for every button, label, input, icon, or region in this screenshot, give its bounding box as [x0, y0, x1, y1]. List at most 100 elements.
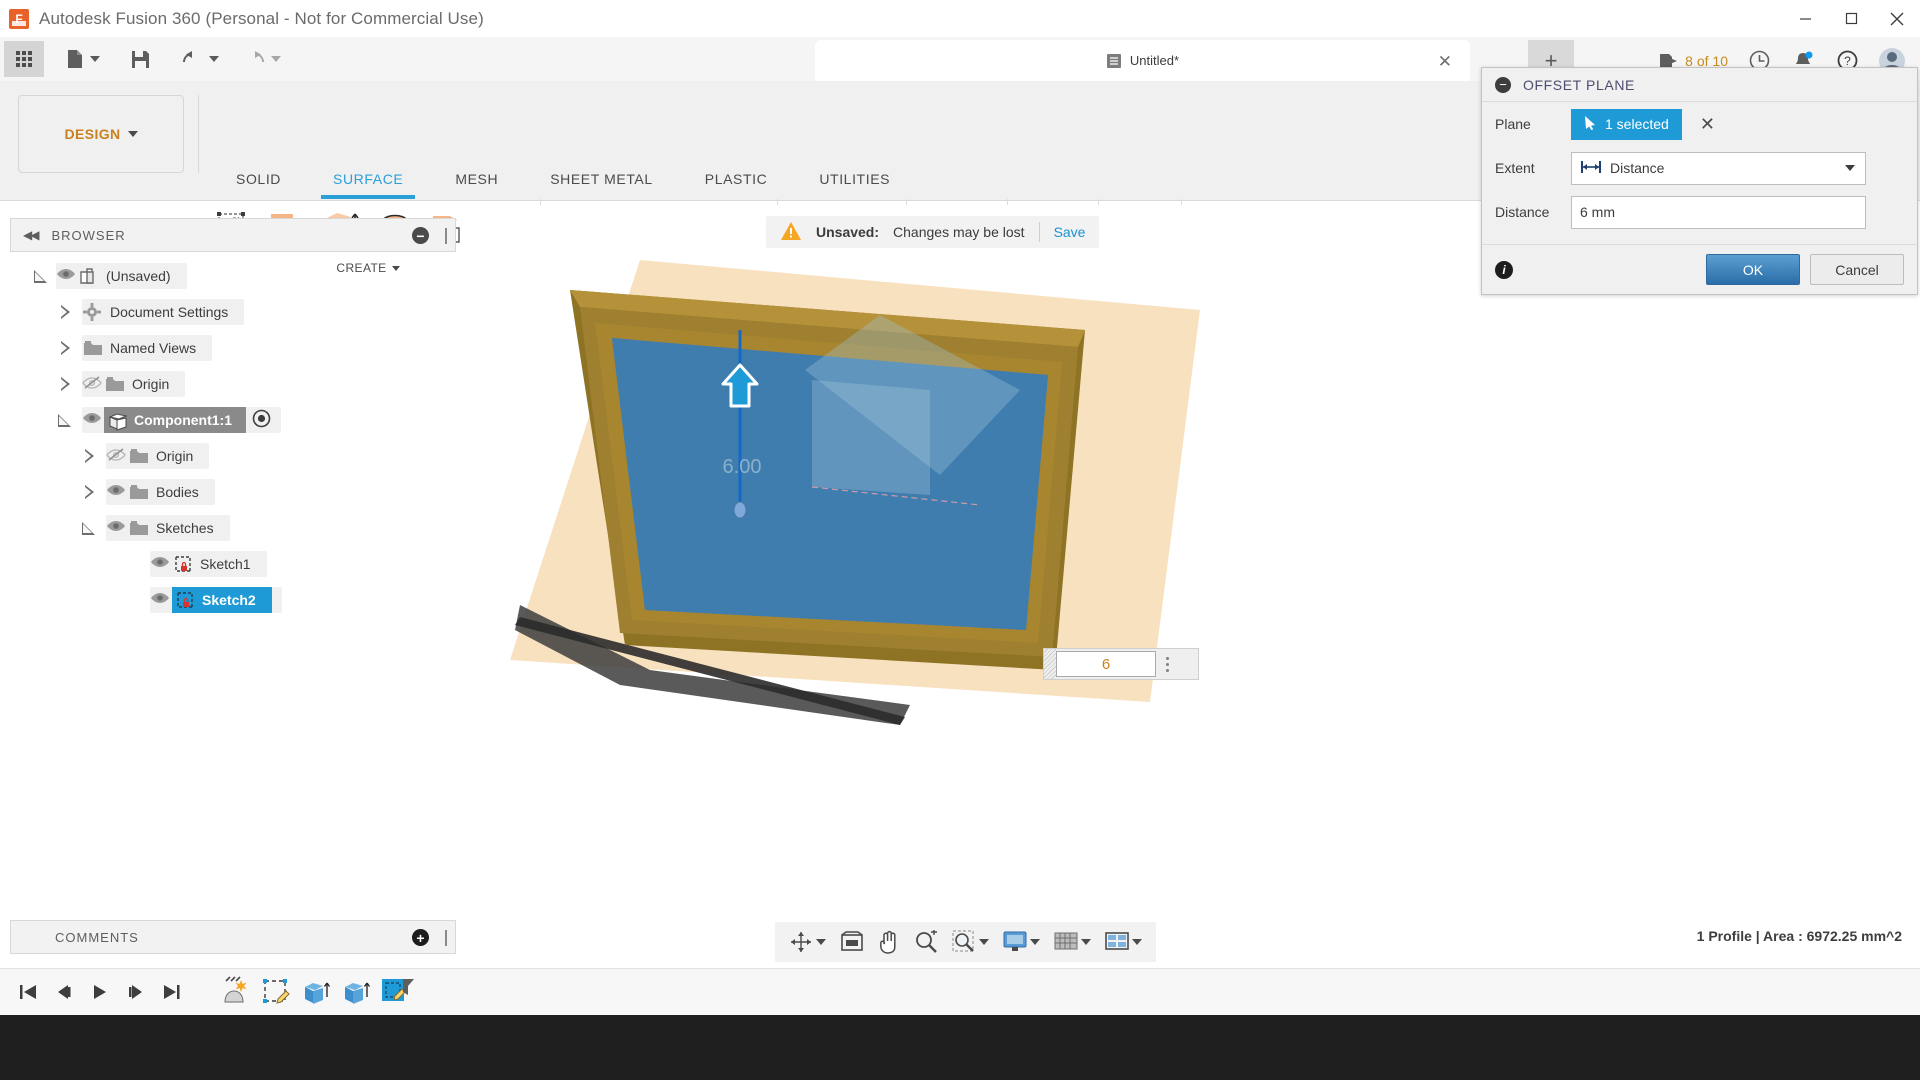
dot	[1165, 662, 1169, 666]
tree-node-sketch1[interactable]: Sketch1	[10, 546, 456, 582]
save-link[interactable]: Save	[1054, 224, 1086, 240]
dialog-row-plane: Plane 1 selected ✕	[1482, 102, 1917, 146]
offset-plane-dialog: − OFFSET PLANE Plane 1 selected ✕ Extent…	[1481, 67, 1918, 295]
visibility-eye-icon[interactable]	[106, 483, 128, 501]
step-forward-icon[interactable]	[118, 972, 154, 1012]
tab-solid[interactable]: SOLID	[210, 165, 307, 193]
workspace-switcher[interactable]: DESIGN	[18, 95, 184, 173]
info-icon[interactable]: i	[1495, 260, 1513, 279]
apps-grid-icon[interactable]	[4, 41, 44, 77]
undo-icon[interactable]	[175, 41, 225, 77]
redo-icon[interactable]	[237, 41, 287, 77]
comments-title: COMMENTS	[55, 929, 139, 945]
extrude1-feature-icon[interactable]	[296, 972, 336, 1012]
collapse-circle-icon[interactable]: −	[1495, 76, 1511, 93]
ribbon-tab-bar: SOLID SURFACE MESH SHEET METAL PLASTIC U…	[210, 165, 916, 199]
sketch2-feature-icon[interactable]	[376, 972, 420, 1012]
go-to-end-icon[interactable]	[154, 972, 190, 1012]
canvas-viewport[interactable]: 6.00	[460, 205, 1920, 920]
sketch1-feature-icon[interactable]	[256, 972, 296, 1012]
tree-node-component1[interactable]: Component1:1	[10, 402, 456, 438]
component-icon	[106, 411, 128, 431]
document-tab-close[interactable]: ✕	[1438, 52, 1452, 72]
add-comment-icon[interactable]: +	[412, 929, 429, 946]
visibility-eye-icon[interactable]	[82, 411, 104, 429]
browser-collapse-button[interactable]: −	[412, 227, 429, 244]
play-icon[interactable]	[82, 972, 118, 1012]
comments-resize-grip[interactable]	[445, 930, 447, 946]
tree-label: Component1:1	[134, 412, 232, 428]
dimension-drag-grip[interactable]	[1044, 649, 1056, 679]
maximize-button[interactable]	[1828, 0, 1874, 37]
tab-sheet-metal[interactable]: SHEET METAL	[524, 165, 679, 193]
expander-closed-icon[interactable]	[58, 341, 72, 355]
clear-selection-icon[interactable]: ✕	[1700, 114, 1715, 135]
tree-label: Document Settings	[110, 304, 229, 320]
document-tab-label: Untitled*	[1129, 53, 1180, 68]
step-back-icon[interactable]	[46, 972, 82, 1012]
plane-selection-chip[interactable]: 1 selected	[1571, 108, 1682, 140]
look-at-icon[interactable]	[834, 925, 870, 959]
status-bar-info: 1 Profile | Area : 6972.25 mm^2	[1696, 928, 1902, 944]
tree-node-bodies[interactable]: Bodies	[10, 474, 456, 510]
display-settings-icon[interactable]	[997, 925, 1046, 959]
save-icon[interactable]	[120, 41, 160, 77]
new-component-feature-icon[interactable]	[216, 972, 256, 1012]
viewports-icon[interactable]	[1099, 925, 1148, 959]
browser-resize-grip[interactable]	[445, 228, 447, 244]
tree-node-named-views[interactable]: Named Views	[10, 330, 456, 366]
document-tab[interactable]: Untitled* ✕	[815, 40, 1470, 81]
folder-icon	[128, 483, 150, 501]
tree-node-sketches[interactable]: Sketches	[10, 510, 456, 546]
go-to-beginning-icon[interactable]	[10, 972, 46, 1012]
dot	[1165, 668, 1169, 672]
grid-settings-icon[interactable]	[1048, 925, 1097, 959]
distance-label: Distance	[1495, 204, 1550, 220]
extent-dropdown[interactable]: Distance	[1571, 151, 1866, 185]
tab-utilities[interactable]: UTILITIES	[793, 165, 916, 193]
tree-node-sketch2[interactable]: Sketch2	[10, 582, 456, 618]
chevron-down-icon[interactable]	[1845, 165, 1855, 171]
visibility-eye-icon[interactable]	[56, 267, 78, 285]
expander-open-icon[interactable]	[58, 413, 72, 427]
dimension-options-button[interactable]	[1156, 656, 1178, 672]
close-button[interactable]	[1874, 0, 1920, 37]
dialog-row-distance: Distance 6 mm	[1482, 190, 1917, 234]
visibility-hidden-icon[interactable]	[106, 447, 128, 465]
minimize-button[interactable]	[1782, 0, 1828, 37]
expander-closed-icon[interactable]	[82, 449, 96, 463]
collapse-left-icon[interactable]: ◀◀	[23, 228, 40, 242]
unsaved-label: Unsaved:	[816, 224, 880, 240]
tab-plastic[interactable]: PLASTIC	[679, 165, 794, 193]
expander-open-icon[interactable]	[82, 521, 96, 535]
expander-closed-icon[interactable]	[82, 485, 96, 499]
visibility-eye-icon[interactable]	[150, 591, 172, 609]
expander-closed-icon[interactable]	[58, 377, 72, 391]
tree-node-origin-component[interactable]: Origin	[10, 438, 456, 474]
zoom-icon[interactable]	[908, 925, 944, 959]
tab-mesh[interactable]: MESH	[429, 165, 524, 193]
extent-label: Extent	[1495, 160, 1535, 176]
pan-icon[interactable]	[872, 925, 906, 959]
extrude2-feature-icon[interactable]	[336, 972, 376, 1012]
expander-open-icon[interactable]	[34, 269, 48, 283]
activate-component-radio[interactable]	[252, 409, 271, 431]
orbit-icon[interactable]	[783, 925, 832, 959]
new-document-icon[interactable]	[58, 41, 108, 77]
dimension-input-popup[interactable]: 6	[1043, 648, 1199, 680]
tree-label: Sketch2	[202, 592, 256, 608]
tree-node-origin-root[interactable]: Origin	[10, 366, 456, 402]
tab-surface[interactable]: SURFACE	[307, 165, 429, 199]
visibility-eye-icon[interactable]	[150, 555, 172, 573]
tree-node-document-settings[interactable]: Document Settings	[10, 294, 456, 330]
gear-icon	[82, 303, 104, 321]
ok-button[interactable]: OK	[1706, 254, 1800, 285]
tree-node-unsaved[interactable]: (Unsaved)	[10, 258, 456, 294]
distance-input[interactable]: 6 mm	[1571, 195, 1866, 229]
cancel-button[interactable]: Cancel	[1810, 254, 1904, 285]
dimension-value-input[interactable]: 6	[1056, 651, 1156, 677]
visibility-hidden-icon[interactable]	[82, 375, 104, 393]
expander-closed-icon[interactable]	[58, 305, 72, 319]
zoom-window-icon[interactable]	[946, 925, 995, 959]
visibility-eye-icon[interactable]	[106, 519, 128, 537]
